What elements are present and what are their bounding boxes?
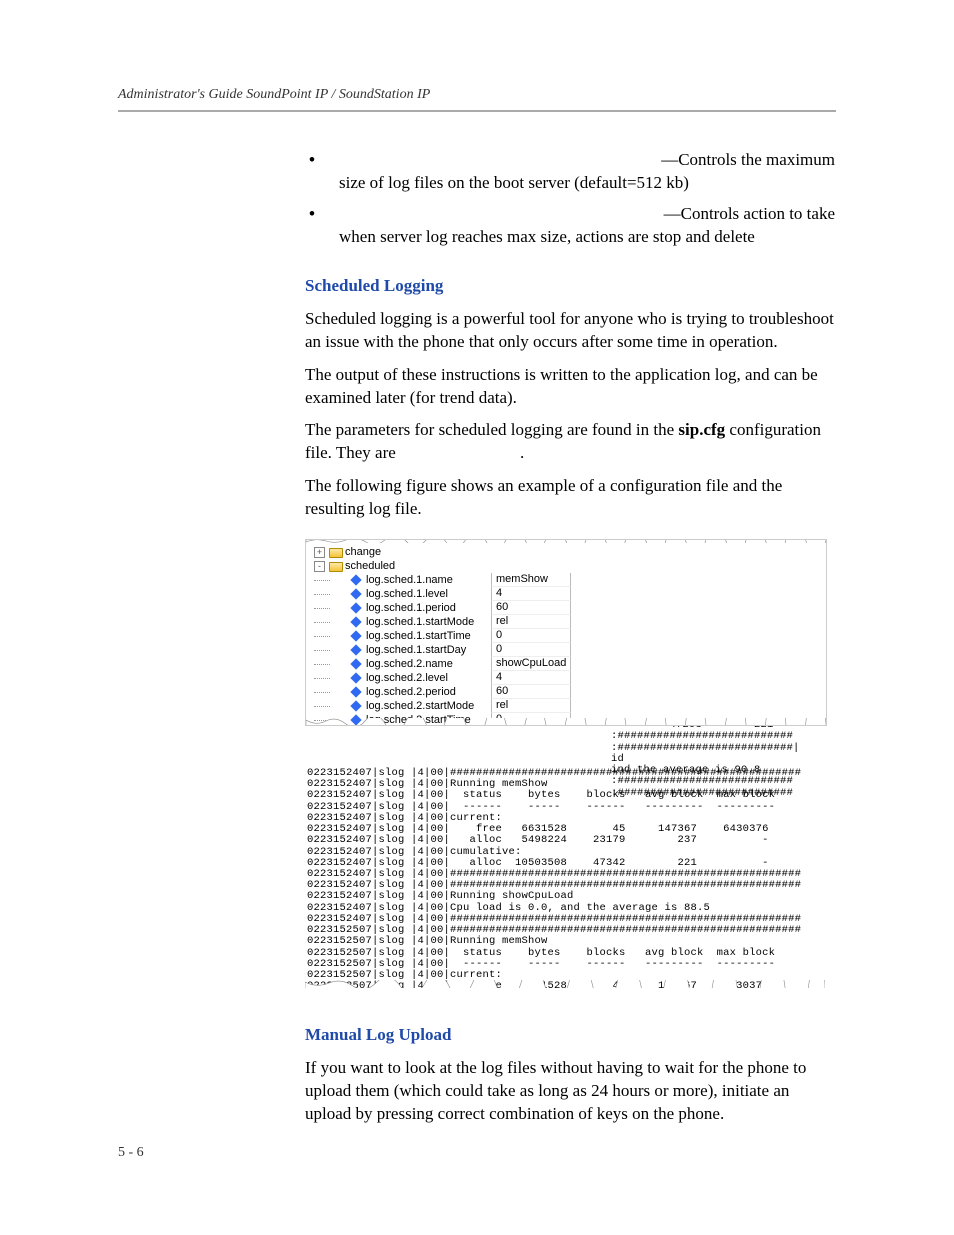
attribute-icon <box>350 645 361 656</box>
folder-icon <box>329 547 341 557</box>
attribute-icon <box>350 673 361 684</box>
bullet-dash: — <box>664 204 681 223</box>
bullet-item: • —Controls action to take when server l… <box>305 203 835 249</box>
header-title: Administrator's Guide SoundPoint IP / So… <box>118 87 430 102</box>
paragraph: If you want to look at the log files wit… <box>305 1057 835 1126</box>
attr-value: memShow <box>491 573 571 587</box>
bullet-rest: size of log files on the boot server (de… <box>339 172 835 195</box>
config-tree-panel: + change - scheduled log.sched.1.namemem… <box>305 539 827 726</box>
tree-attr-row: log.sched.2.period60 <box>314 685 826 699</box>
header-rule <box>118 110 836 112</box>
attr-label: log.sched.1.period <box>366 602 491 614</box>
tree-connector-icon <box>314 608 330 609</box>
tree-connector-icon <box>314 678 330 679</box>
tree-connector-icon <box>314 720 330 721</box>
bullet-lead: Controls the maximum <box>678 150 835 169</box>
tree-connector-icon <box>314 622 330 623</box>
log-text: 0223152407|slog |4|00|##################… <box>305 768 825 988</box>
tree-attr-row: log.sched.1.period60 <box>314 601 826 615</box>
tree-connector-icon <box>314 692 330 693</box>
collapse-icon: - <box>314 561 325 572</box>
page-number: 5 - 6 <box>118 1144 144 1163</box>
log-output-block: 47293 221 :########################### :… <box>305 726 825 988</box>
attr-label: log.sched.1.startMode <box>366 616 491 628</box>
paragraph: Scheduled logging is a powerful tool for… <box>305 308 835 354</box>
tree-connector-icon <box>314 664 330 665</box>
attribute-icon <box>350 659 361 670</box>
attr-value: showCpuLoad <box>491 657 571 671</box>
heading-manual-log-upload: Manual Log Upload <box>305 1024 835 1047</box>
paragraph: The output of these instructions is writ… <box>305 364 835 410</box>
tree-attr-row: log.sched.1.namememShow <box>314 573 826 587</box>
tree-attr-row: log.sched.2.startTime0 <box>314 713 826 726</box>
attribute-icon <box>350 701 361 712</box>
tree-attr-row: log.sched.1.startModerel <box>314 615 826 629</box>
attr-value: 60 <box>491 601 571 615</box>
heading-scheduled-logging: Scheduled Logging <box>305 275 835 298</box>
tree-label: scheduled <box>345 560 395 572</box>
paragraph: The following figure shows an example of… <box>305 475 835 521</box>
attr-label: log.sched.1.level <box>366 588 491 600</box>
attr-label: log.sched.2.period <box>366 686 491 698</box>
config-figure: + change - scheduled log.sched.1.namemem… <box>305 539 835 988</box>
text: The parameters for scheduled logging are… <box>305 420 678 439</box>
attr-label: log.sched.2.startTime <box>366 714 491 726</box>
bullet-lead: Controls action to take <box>681 204 835 223</box>
attribute-icon <box>350 617 361 628</box>
tree-attr-row: log.sched.2.startModerel <box>314 699 826 713</box>
tree-attr-row: log.sched.2.nameshowCpuLoad <box>314 657 826 671</box>
tree-connector-icon <box>314 594 330 595</box>
tree-node-change: + change <box>314 545 826 559</box>
tree-connector-icon <box>314 706 330 707</box>
attr-value: 4 <box>491 587 571 601</box>
bullet-body: —Controls the maximum size of log files … <box>339 149 835 195</box>
attribute-icon <box>350 603 361 614</box>
paragraph: The parameters for scheduled logging are… <box>305 419 835 465</box>
attribute-icon <box>350 575 361 586</box>
attr-label: log.sched.1.startTime <box>366 630 491 642</box>
tree-attr-row: log.sched.1.startDay0 <box>314 643 826 657</box>
tree-connector-icon <box>314 650 330 651</box>
tree-attr-row: log.sched.1.level4 <box>314 587 826 601</box>
attr-value: 0 <box>491 629 571 643</box>
attribute-icon <box>350 631 361 642</box>
attr-value: 0 <box>491 643 571 657</box>
attr-label: log.sched.2.startMode <box>366 700 491 712</box>
tree-connector-icon <box>314 636 330 637</box>
page-header: Administrator's Guide SoundPoint IP / So… <box>118 86 836 105</box>
attr-label: log.sched.1.name <box>366 574 491 586</box>
expand-icon: + <box>314 547 325 558</box>
attr-value: 4 <box>491 671 571 685</box>
tree-node-scheduled: - scheduled <box>314 559 826 573</box>
attr-label: log.sched.2.name <box>366 658 491 670</box>
log-fragment: 47293 221 :########################### :… <box>611 726 821 799</box>
attr-label: log.sched.2.level <box>366 672 491 684</box>
bullet-dash: — <box>661 150 678 169</box>
config-file-name: sip.cfg <box>678 420 725 439</box>
bullet-body: —Controls action to take when server log… <box>339 203 835 249</box>
text: . <box>520 443 524 462</box>
attribute-icon <box>350 687 361 698</box>
attr-label: log.sched.1.startDay <box>366 644 491 656</box>
bullet-marker: • <box>305 203 339 226</box>
bullet-item: • —Controls the maximum size of log file… <box>305 149 835 195</box>
attr-value: 0 <box>491 713 571 726</box>
tree-attr-row: log.sched.1.startTime0 <box>314 629 826 643</box>
attr-value: 60 <box>491 685 571 699</box>
tree-connector-icon <box>314 580 330 581</box>
tree-label: change <box>345 546 381 558</box>
attr-value: rel <box>491 615 571 629</box>
attr-value: rel <box>491 699 571 713</box>
bullet-rest: when server log reaches max size, action… <box>339 226 835 249</box>
tree-attr-row: log.sched.2.level4 <box>314 671 826 685</box>
attribute-icon <box>350 715 361 726</box>
folder-icon <box>329 561 341 571</box>
attribute-icon <box>350 589 361 600</box>
bullet-marker: • <box>305 149 339 172</box>
